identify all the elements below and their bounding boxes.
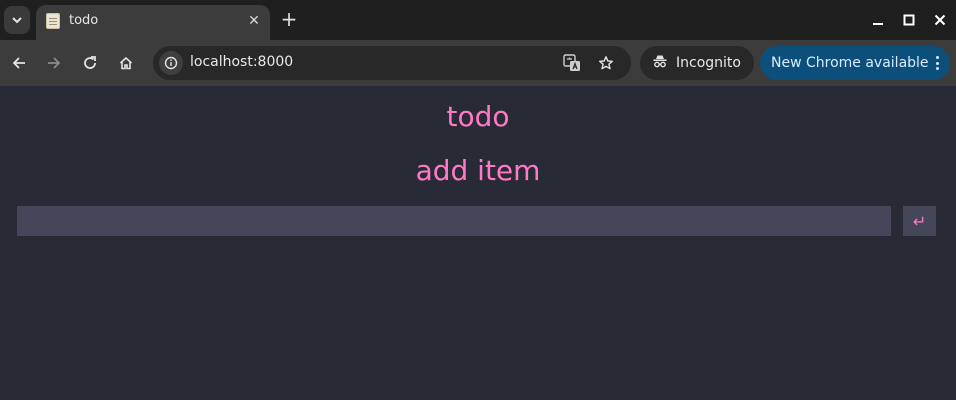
reload-icon[interactable]: [77, 50, 103, 76]
update-chrome-button[interactable]: New Chrome available: [760, 46, 950, 80]
favicon-icon: [46, 13, 60, 29]
address-bar[interactable]: localhost:8000: [153, 46, 631, 80]
new-item-input[interactable]: [17, 206, 891, 236]
incognito-label: Incognito: [676, 55, 741, 71]
forward-icon[interactable]: [41, 50, 67, 76]
tab-search-icon[interactable]: [4, 6, 30, 34]
tab-todo[interactable]: todo ✕: [36, 5, 270, 40]
site-info-icon[interactable]: [159, 51, 183, 75]
new-tab-icon[interactable]: +: [278, 8, 300, 30]
translate-icon[interactable]: [562, 53, 584, 73]
browser-toolbar: localhost:8000 Incognito New Chrome avai…: [0, 40, 956, 86]
window-close-icon[interactable]: [928, 8, 952, 32]
submit-item-button[interactable]: ↵: [903, 206, 936, 236]
add-item-heading: add item: [415, 154, 541, 187]
tab-title: todo: [69, 13, 99, 28]
tab-strip: todo ✕ +: [0, 0, 956, 40]
incognito-icon: [652, 53, 668, 73]
update-label: New Chrome available: [771, 55, 929, 71]
more-vert-icon[interactable]: [932, 54, 942, 72]
home-icon[interactable]: [113, 50, 139, 76]
app-title: todo: [446, 100, 510, 133]
minimize-icon[interactable]: [866, 8, 890, 32]
maximize-icon[interactable]: [897, 8, 921, 32]
url-text[interactable]: localhost:8000: [190, 54, 293, 70]
incognito-indicator[interactable]: Incognito: [640, 46, 754, 80]
close-icon[interactable]: ✕: [244, 11, 264, 31]
star-icon[interactable]: [595, 52, 617, 74]
back-icon[interactable]: [6, 50, 32, 76]
page-content: todo add item ↵: [0, 86, 956, 400]
